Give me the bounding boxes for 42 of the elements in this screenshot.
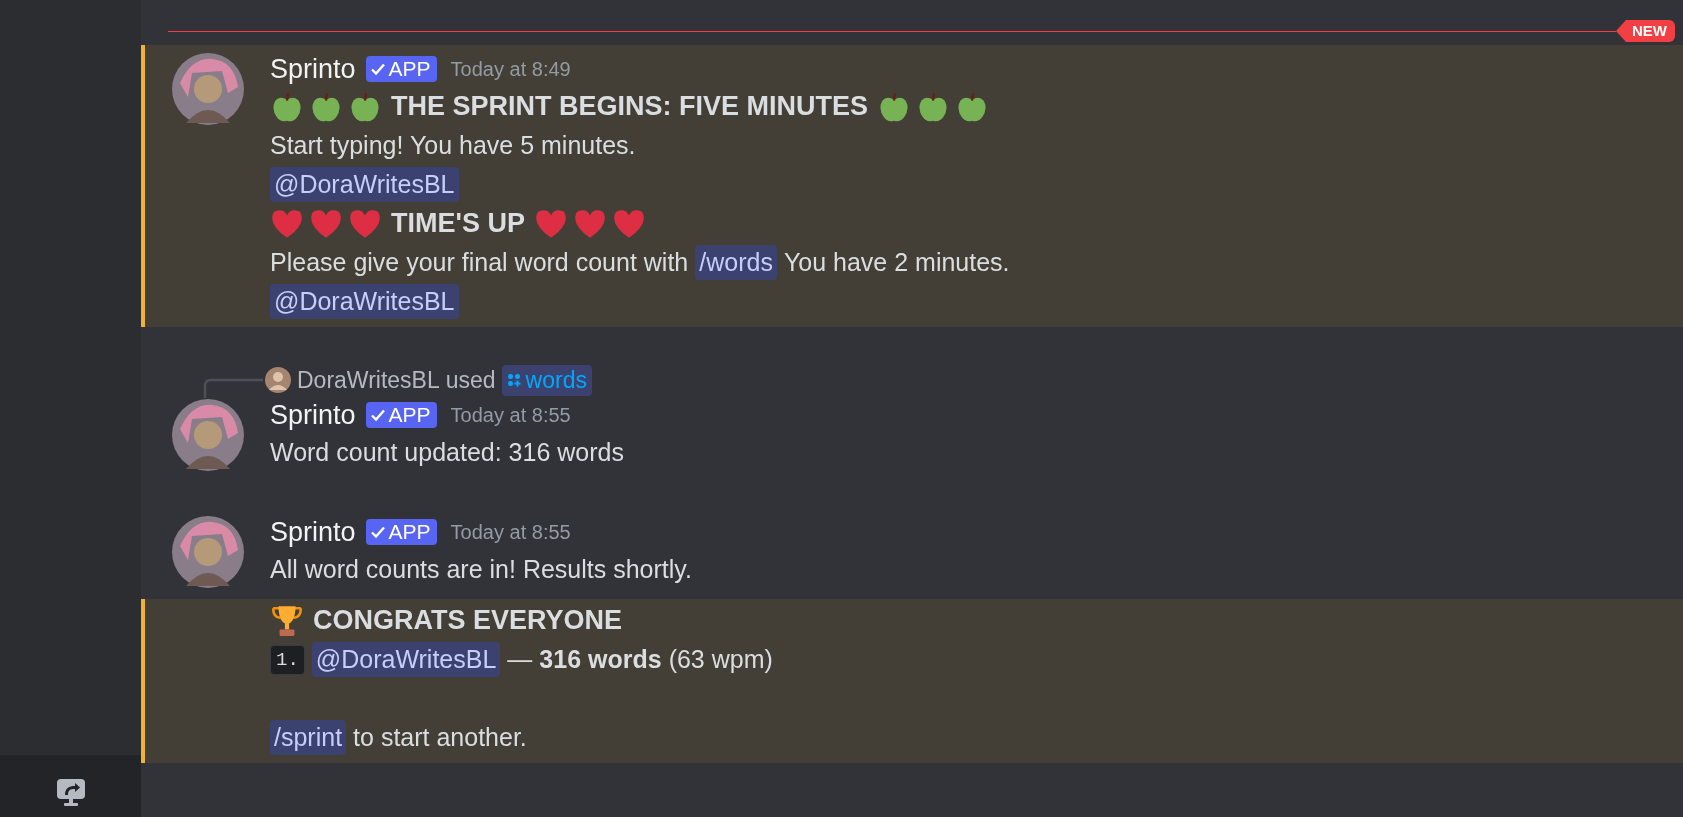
author-name[interactable]: Sprinto <box>270 516 356 548</box>
command-mention[interactable]: /words <box>695 245 777 280</box>
message-text: Start typing! You have 5 minutes. <box>270 131 636 160</box>
message-text: Word count updated: 316 words <box>270 438 624 467</box>
timestamp: Today at 8:49 <box>450 57 571 81</box>
heading-text: CONGRATS EVERYONE <box>313 605 623 636</box>
avatar[interactable] <box>171 399 244 471</box>
message-text: Please give your final word count with <box>270 248 689 277</box>
user-mention[interactable]: @DoraWritesBL <box>270 284 459 319</box>
timestamp: Today at 8:55 <box>450 520 571 544</box>
command-mention[interactable]: /sprint <box>270 720 347 755</box>
new-badge: NEW <box>1616 20 1675 42</box>
heading-text: TIME'S UP <box>391 208 525 239</box>
message-text: to start another. <box>353 723 527 752</box>
user-mention[interactable]: @DoraWritesBL <box>311 642 501 677</box>
reply-text: used <box>445 366 496 394</box>
message-text: 316 words <box>539 645 662 674</box>
check-icon <box>369 524 386 540</box>
check-icon <box>369 407 386 423</box>
screen-share-icon[interactable] <box>55 777 86 807</box>
message-text: All word counts are in! Results shortly. <box>270 555 692 584</box>
reply-connector <box>203 378 263 398</box>
heading-text: THE SPRINT BEGINS: FIVE MINUTES <box>391 91 869 122</box>
reply-username[interactable]: DoraWritesBL <box>297 366 440 394</box>
app-badge: APP <box>365 519 437 545</box>
avatar[interactable] <box>171 53 244 125</box>
message-text: — <box>507 645 533 674</box>
command-link[interactable]: words <box>501 364 592 396</box>
app-badge: APP <box>365 56 437 82</box>
code-snippet: 1. <box>270 644 305 675</box>
message-text: (63 wpm) <box>668 645 773 674</box>
trophy-icon <box>270 603 304 638</box>
timestamp: Today at 8:55 <box>450 403 571 427</box>
avatar[interactable] <box>265 367 291 393</box>
user-mention[interactable]: @DoraWritesBL <box>270 167 459 202</box>
check-icon <box>369 61 386 77</box>
app-badge: APP <box>365 402 437 428</box>
message-text: You have 2 minutes. <box>783 248 1010 277</box>
app-icon <box>506 373 521 387</box>
author-name[interactable]: Sprinto <box>270 53 356 85</box>
author-name[interactable]: Sprinto <box>270 399 356 431</box>
avatar[interactable] <box>171 516 244 588</box>
